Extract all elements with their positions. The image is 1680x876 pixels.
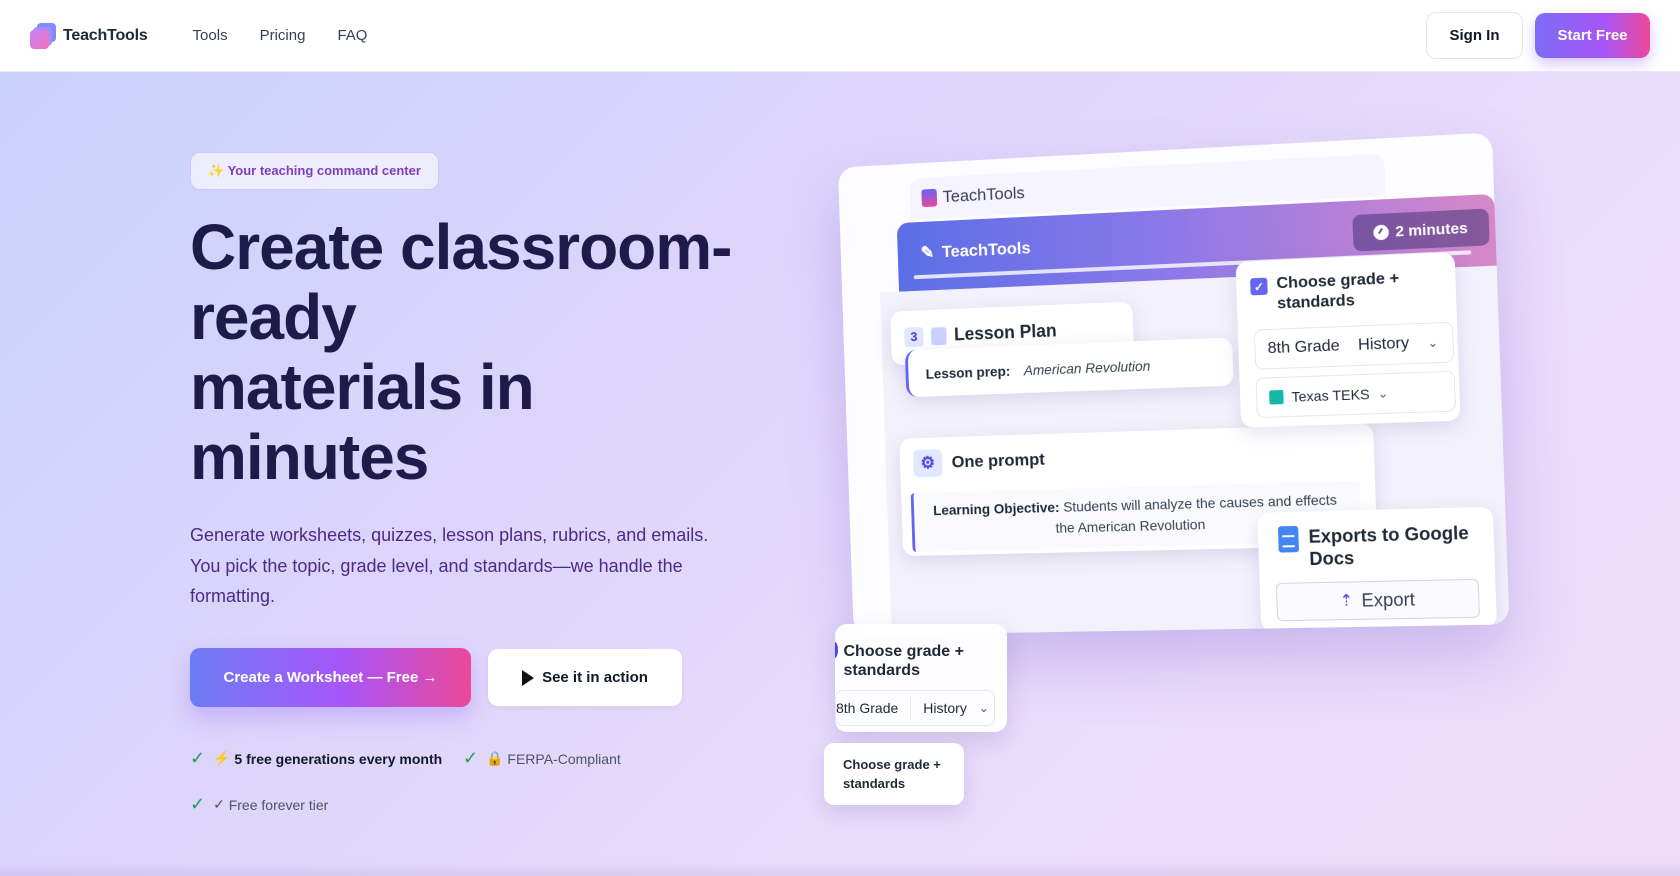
hero-headline: Create classroom- ready materials in min…: [190, 212, 750, 492]
play-icon: [522, 669, 535, 686]
teachtools-logo-icon: [921, 188, 938, 208]
nav-link-faq[interactable]: FAQ: [337, 27, 367, 44]
divider: [910, 697, 912, 719]
check-icon: ✓: [190, 794, 206, 814]
upload-icon: ⇡: [1339, 592, 1354, 611]
standards-value: Texas TEKS: [1291, 385, 1370, 405]
grade-value: 8th Grade: [1267, 337, 1341, 358]
headline-line: ready: [190, 281, 357, 353]
nav-links: Tools Pricing FAQ: [193, 27, 368, 44]
mockup-tab-title: TeachTools: [942, 183, 1025, 207]
trust-text: Free forever tier: [228, 796, 329, 813]
nav-actions: Sign In Start Free: [1426, 12, 1650, 59]
export-button: ⇡ Export: [1275, 578, 1480, 622]
create-worksheet-button[interactable]: Create a Worksheet — Free →: [190, 648, 471, 707]
floating-grade-card: Choose grade + standards 8th Grade Histo…: [835, 624, 1007, 732]
pencil-icon: ✎: [920, 242, 935, 263]
export-header: Exports to Google Docs: [1277, 521, 1495, 571]
export-title: Exports to Google Docs: [1308, 522, 1470, 570]
mockup-header-label: TeachTools: [941, 238, 1031, 262]
chevron-down-icon: ⌄: [978, 701, 989, 715]
radio-icon: [835, 642, 838, 658]
one-prompt-header: ⚙ One prompt: [912, 446, 1046, 478]
trust-icon: ⚡: [213, 750, 231, 766]
trust-text: FERPA-Compliant: [507, 750, 621, 767]
mockup-frame: TeachTools ✎ TeachTools 2 minutes 3 Less…: [837, 132, 1510, 636]
floating-small-card: Choose grade + standards: [824, 743, 964, 805]
grade-standards-header: ✓ Choose grade + standards: [1250, 266, 1457, 315]
lesson-prep-label: Lesson prep:: [925, 362, 1011, 382]
lesson-prep-value: American Revolution: [1023, 357, 1151, 379]
check-icon: ✓: [463, 748, 479, 768]
start-free-button[interactable]: Start Free: [1535, 13, 1650, 58]
floating-grade-header: Choose grade + standards: [835, 642, 1007, 680]
trust-text: 5 free generations every month: [234, 750, 443, 767]
trust-icon: ✓: [213, 796, 225, 812]
export-button-label: Export: [1361, 588, 1416, 611]
headline-line: materials in: [190, 351, 535, 423]
step-number: 3: [904, 326, 924, 347]
check-icon: ✓: [190, 748, 206, 768]
export-card: Exports to Google Docs ⇡ Export: [1257, 506, 1498, 632]
time-badge-label: 2 minutes: [1395, 219, 1469, 240]
texas-flag-icon: [1269, 389, 1284, 405]
brand-name: TeachTools: [63, 26, 148, 44]
clock-icon: [1373, 223, 1390, 240]
time-badge: 2 minutes: [1352, 208, 1490, 252]
mockup-header-title: ✎ TeachTools: [920, 238, 1031, 263]
headline-line: minutes: [190, 421, 429, 493]
see-in-action-button[interactable]: See it in action: [488, 649, 682, 706]
objective-label: Learning Objective:: [932, 498, 1060, 519]
lesson-plan-title: Lesson Plan: [953, 320, 1057, 345]
top-nav: TeachTools Tools Pricing FAQ Sign In Sta…: [0, 0, 1680, 72]
floating-subject-value: History: [923, 700, 967, 716]
trust-item-free-tier: ✓ ✓ Free forever tier: [190, 794, 328, 815]
lesson-plan-header: 3 Lesson Plan: [904, 320, 1057, 347]
product-mockup: TeachTools ✎ TeachTools 2 minutes 3 Less…: [837, 122, 1515, 645]
floating-grade-value: 8th Grade: [836, 700, 899, 716]
hero-bottom-shade: [0, 862, 1680, 876]
chevron-down-icon: ⌄: [1377, 386, 1389, 401]
one-prompt-title: One prompt: [951, 449, 1046, 472]
floating-grade-title: Choose grade + standards: [843, 643, 964, 679]
grade-subject-select: 8th Grade History ⌄: [1253, 321, 1455, 370]
sign-in-button[interactable]: Sign In: [1426, 12, 1523, 59]
brand-logo[interactable]: TeachTools: [30, 22, 148, 49]
nav-link-tools[interactable]: Tools: [193, 27, 228, 44]
logo-icon: [30, 22, 56, 49]
nav-link-pricing[interactable]: Pricing: [260, 27, 306, 44]
grade-standards-card: ✓ Choose grade + standards 8th Grade His…: [1235, 252, 1461, 428]
trust-item-ferpa: ✓ 🔒 FERPA-Compliant: [463, 748, 621, 769]
see-in-action-label: See it in action: [542, 669, 648, 686]
trust-icon: 🔒: [486, 750, 504, 766]
floating-grade-select: 8th Grade History ⌄: [835, 690, 995, 726]
chevron-down-icon: ⌄: [1427, 335, 1439, 351]
standards-select: Texas TEKS ⌄: [1255, 370, 1457, 419]
lesson-prep-text: Lesson prep: American Revolution: [925, 358, 1150, 382]
grade-standards-title: Choose grade + standards: [1276, 269, 1400, 313]
document-icon: [930, 326, 947, 345]
checkbox-icon: ✓: [1250, 277, 1268, 296]
hero-badge: ✨ Your teaching command center: [190, 152, 439, 190]
hero-subtitle: Generate worksheets, quizzes, lesson pla…: [190, 525, 709, 606]
headline-line: Create classroom-: [190, 211, 732, 283]
trust-item-generations: ✓ ⚡ 5 free generations every month: [190, 748, 442, 769]
gear-icon: ⚙: [912, 449, 943, 478]
google-docs-icon: [1277, 525, 1300, 553]
subject-value: History: [1357, 334, 1410, 354]
